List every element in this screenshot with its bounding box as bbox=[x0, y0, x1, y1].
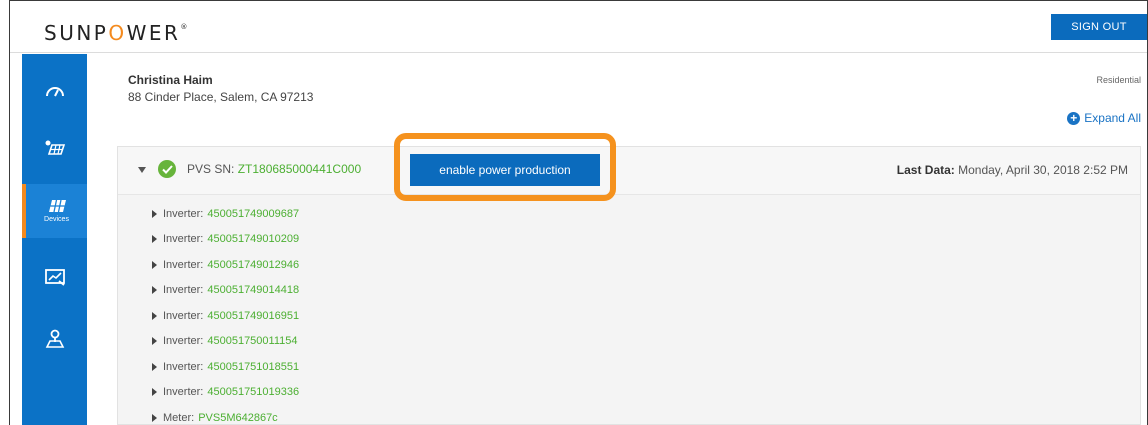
customer-name: Christina Haim bbox=[128, 73, 213, 87]
sidebar-label-devices: Devices bbox=[44, 216, 69, 223]
expand-caret-icon[interactable] bbox=[152, 235, 157, 244]
list-item[interactable]: Inverter: 450051750011154 bbox=[152, 329, 299, 355]
customer-address: 88 Cinder Place, Salem, CA 97213 bbox=[128, 90, 314, 104]
pvs-serial-link[interactable]: ZT180685000441C000 bbox=[238, 162, 361, 176]
app-frame: SUNPOWER® SIGN OUT Devices Christina Hai… bbox=[9, 0, 1148, 425]
list-item[interactable]: Inverter: 450051749010209 bbox=[152, 227, 299, 253]
list-item[interactable]: Inverter: 450051749009687 bbox=[152, 201, 299, 227]
status-check-icon bbox=[158, 160, 176, 178]
site-location-icon bbox=[45, 329, 64, 348]
sign-out-button[interactable]: SIGN OUT bbox=[1051, 14, 1147, 40]
expand-caret-icon[interactable] bbox=[152, 413, 157, 422]
device-list: Inverter: 450051749009687 Inverter: 450051… bbox=[152, 201, 299, 425]
sidebar-nav: Devices bbox=[22, 54, 87, 425]
expand-all-link[interactable]: + Expand All bbox=[1067, 111, 1141, 125]
main-content: Christina Haim 88 Cinder Place, Salem, C… bbox=[87, 54, 1147, 425]
pvs-serial-text: PVS SN: ZT180685000441C000 bbox=[187, 162, 362, 176]
monitor-chart-icon bbox=[44, 269, 65, 286]
device-tree-panel: PVS SN: ZT180685000441C000 enable power … bbox=[117, 133, 1141, 425]
plus-circle-icon: + bbox=[1067, 111, 1081, 125]
sidebar-item-site[interactable] bbox=[22, 312, 87, 366]
solar-panel-icon bbox=[45, 140, 65, 155]
sidebar-item-solar[interactable] bbox=[22, 120, 87, 174]
list-item[interactable]: Meter: PVS5M642867c bbox=[152, 405, 299, 425]
highlight-callout-box bbox=[394, 133, 616, 201]
expand-caret-icon[interactable] bbox=[152, 209, 157, 218]
expand-caret-icon[interactable] bbox=[152, 337, 157, 346]
list-item[interactable]: Inverter: 450051749012946 bbox=[152, 252, 299, 278]
pvs-row: PVS SN: ZT180685000441C000 enable power … bbox=[118, 133, 1140, 201]
list-item[interactable]: Inverter: 450051751019336 bbox=[152, 380, 299, 406]
list-item[interactable]: Inverter: 450051749014418 bbox=[152, 278, 299, 304]
sidebar-item-dashboard[interactable] bbox=[22, 64, 87, 118]
devices-icon bbox=[48, 199, 66, 213]
expand-caret-icon[interactable] bbox=[152, 311, 157, 320]
sidebar-item-monitor[interactable] bbox=[22, 250, 87, 304]
sidebar-item-devices[interactable]: Devices bbox=[22, 184, 87, 238]
list-item[interactable]: Inverter: 450051749016951 bbox=[152, 303, 299, 329]
dashboard-gauge-icon bbox=[45, 87, 64, 97]
expand-all-label: Expand All bbox=[1084, 111, 1141, 125]
top-header: SUNPOWER® SIGN OUT bbox=[10, 1, 1147, 53]
expand-caret-icon[interactable] bbox=[152, 388, 157, 397]
collapse-caret-icon[interactable] bbox=[138, 167, 146, 173]
list-item[interactable]: Inverter: 450051751018551 bbox=[152, 354, 299, 380]
last-data-text: Last Data: Monday, April 30, 2018 2:52 P… bbox=[896, 163, 1128, 177]
sunpower-logo: SUNPOWER® bbox=[44, 21, 188, 45]
expand-caret-icon[interactable] bbox=[152, 286, 157, 295]
customer-type-label: Residential bbox=[1096, 75, 1141, 85]
expand-caret-icon[interactable] bbox=[152, 362, 157, 371]
expand-caret-icon[interactable] bbox=[152, 260, 157, 269]
